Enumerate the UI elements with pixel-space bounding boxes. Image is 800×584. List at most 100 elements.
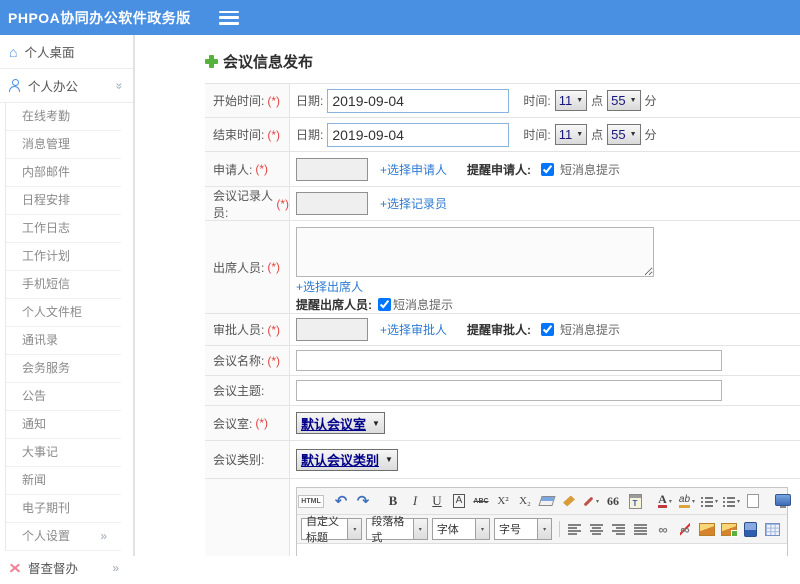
italic-button[interactable]: I (405, 491, 425, 511)
end-minute-select[interactable]: 55 ▼ (607, 124, 641, 145)
align-center-button[interactable] (587, 519, 607, 539)
sidebar-item-internal-mail[interactable]: 内部邮件 (6, 159, 121, 187)
superscript-button[interactable]: X² (493, 491, 513, 511)
recorder-input[interactable] (296, 192, 368, 215)
upload-image-button[interactable] (719, 519, 739, 539)
select-recorder-link[interactable]: +选择记录员 (380, 195, 447, 212)
rich-text-editor: HTML ↶ ↷ B I U A ABC X² X₂ ▾ 66 T A ▾ ab… (296, 487, 791, 556)
page-title: 会议信息发布 (205, 51, 800, 71)
chevron-down-icon: » (112, 82, 127, 89)
ordered-list-icon (699, 495, 713, 507)
sidebar-item-schedule[interactable]: 日程安排 (6, 187, 121, 215)
required-mark: (*) (267, 260, 281, 274)
align-left-icon (568, 523, 582, 535)
start-hour-select[interactable]: 11 ▼ (554, 90, 588, 111)
end-date-input[interactable] (327, 122, 510, 147)
bold-button[interactable]: B (383, 491, 403, 511)
border-text-button[interactable]: A (449, 491, 469, 511)
page-icon (747, 494, 759, 508)
paragraph-format-select[interactable]: 段落格式 ▾ (366, 516, 428, 544)
sidebar-item-conference-service[interactable]: 会务服务 (6, 355, 121, 383)
form-row-meeting-room: 会议室: (*) 默认会议室 ▼ (205, 406, 800, 441)
insert-image-button[interactable] (697, 519, 717, 539)
meeting-category-select[interactable]: 默认会议类别 ▼ (296, 448, 398, 471)
form-row-recorder: 会议记录人员: (*) +选择记录员 (205, 187, 800, 221)
dropdown-arrow-icon: ▼ (629, 131, 637, 138)
meeting-name-input[interactable] (296, 350, 722, 371)
highlight-button[interactable]: ab ▾ (677, 491, 697, 511)
field-label: 会议主题: (213, 384, 265, 398)
dropdown-arrow-icon: ▼ (385, 455, 393, 464)
font-color-button[interactable]: A ▾ (655, 491, 675, 511)
paste-button[interactable]: T (625, 491, 645, 511)
field-label: 开始时间: (213, 94, 265, 108)
dropdown-arrow-icon: ▾ (347, 519, 362, 539)
blockquote-button[interactable]: 66 (603, 491, 623, 511)
remove-link-button[interactable]: ∞ (675, 519, 695, 539)
image-icon (698, 522, 715, 536)
dropdown-arrow-icon: ▾ (714, 498, 718, 505)
sidebar-item-messages[interactable]: 消息管理 (6, 131, 121, 159)
form-row-meeting-category: 会议类别: 默认会议类别 ▼ (205, 441, 800, 479)
align-left-button[interactable] (565, 519, 585, 539)
align-justify-button[interactable] (631, 519, 651, 539)
insert-link-button[interactable]: ∞ (653, 519, 673, 539)
select-approver-link[interactable]: +选择审批人 (380, 321, 447, 338)
align-right-button[interactable] (609, 519, 629, 539)
start-minute-select[interactable]: 55 ▼ (607, 90, 641, 111)
field-label: 会议名称: (213, 354, 265, 368)
start-date-input[interactable] (327, 88, 510, 113)
redo-button[interactable]: ↷ (353, 491, 373, 511)
dropdown-arrow-icon: ▾ (668, 498, 672, 505)
select-applicant-link[interactable]: +选择申请人 (380, 161, 447, 178)
insert-media-button[interactable] (741, 519, 761, 539)
applicant-sms-checkbox[interactable] (541, 162, 555, 176)
sidebar-item-notice[interactable]: 通知 (6, 411, 121, 439)
font-family-select[interactable]: 字体 ▾ (431, 518, 490, 540)
sidebar-item-announcement[interactable]: 公告 (6, 383, 121, 411)
meeting-room-select[interactable]: 默认会议室 ▼ (296, 412, 385, 434)
sidebar-item-memorabilia[interactable]: 大事记 (6, 439, 121, 467)
custom-heading-select[interactable]: 自定义标题 ▾ (301, 516, 363, 544)
sidebar-item-attendance[interactable]: 在线考勤 (6, 103, 121, 131)
subscript-button[interactable]: X₂ (515, 491, 535, 511)
editor-content-area[interactable] (297, 544, 787, 556)
clear-format-button[interactable] (559, 491, 579, 511)
preview-button[interactable] (773, 491, 793, 511)
unlink-icon: ∞ (680, 521, 690, 537)
unordered-list-button[interactable]: ▾ (721, 491, 741, 511)
sidebar-item-contacts[interactable]: 通讯录 (6, 327, 121, 355)
new-page-button[interactable] (743, 491, 763, 511)
time-label: 时间: (523, 94, 551, 108)
select-attendees-link[interactable]: +选择出席人 (296, 278, 363, 295)
sidebar-item-settings[interactable]: 个人设置 » (6, 523, 121, 551)
sidebar-item-desktop[interactable]: ⌂ 个人桌面 (0, 35, 133, 69)
sidebar-item-work-plan[interactable]: 工作计划 (6, 243, 121, 271)
source-code-button[interactable]: HTML (298, 491, 324, 511)
app-title: PHPOA协同办公软件政务版 (8, 9, 191, 26)
underline-button[interactable]: U (427, 491, 447, 511)
sidebar-item-sms[interactable]: 手机短信 (6, 271, 121, 299)
sidebar-item-office[interactable]: 个人办公 » (0, 69, 133, 103)
approver-input[interactable] (296, 318, 368, 341)
menu-icon[interactable] (218, 10, 239, 25)
meeting-form: 开始时间: (*) 日期: 时间: 11 ▼ 点 55 ▼ 分 (205, 83, 800, 556)
attendees-textarea[interactable] (296, 227, 654, 277)
undo-button[interactable]: ↶ (331, 491, 351, 511)
insert-table-button[interactable] (763, 519, 783, 539)
sidebar-item-news[interactable]: 新闻 (6, 467, 121, 495)
sidebar-item-e-journal[interactable]: 电子期刊 (6, 495, 121, 523)
format-painter-button[interactable]: ▾ (581, 491, 601, 511)
ordered-list-button[interactable]: ▾ (699, 491, 719, 511)
eraser-button[interactable] (537, 491, 557, 511)
approver-sms-checkbox[interactable] (541, 323, 555, 336)
sidebar-item-file-cabinet[interactable]: 个人文件柜 (6, 299, 121, 327)
font-size-select[interactable]: 字号 ▾ (494, 518, 553, 540)
end-hour-select[interactable]: 11 ▼ (554, 124, 588, 145)
sidebar-item-work-log[interactable]: 工作日志 (6, 215, 121, 243)
strikethrough-button[interactable]: ABC (471, 491, 491, 511)
applicant-input[interactable] (296, 157, 368, 181)
sidebar-item-label: 个人办公 (28, 80, 79, 94)
meeting-subject-input[interactable] (296, 380, 722, 401)
attendees-sms-checkbox[interactable] (378, 298, 391, 311)
